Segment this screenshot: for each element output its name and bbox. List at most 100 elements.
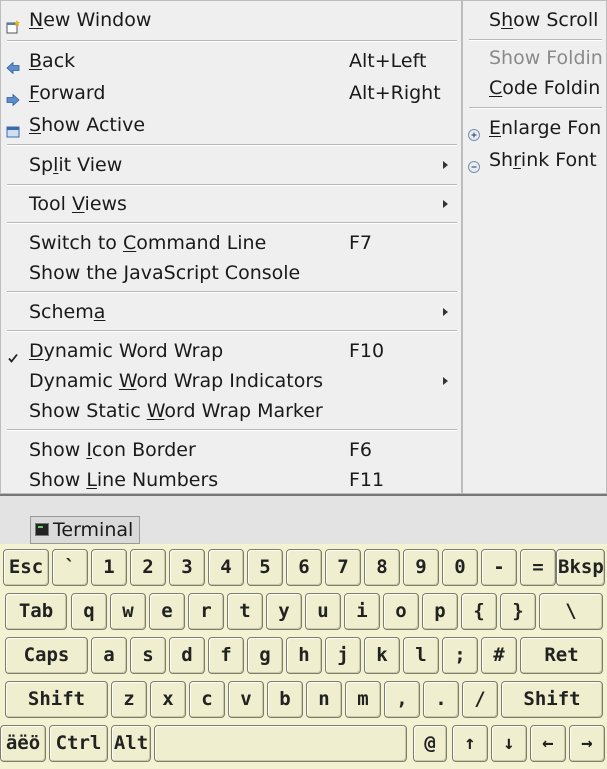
menu-item-new-window[interactable]: New Window (1, 5, 461, 35)
key-1[interactable]: 1 (91, 549, 127, 586)
menu-item-dynamic-word-wrap[interactable]: Dynamic Word Wrap F10 (1, 336, 461, 366)
menu-item-show-icon-border[interactable]: Show Icon Border F6 (1, 435, 461, 465)
key-l[interactable]: l (403, 637, 439, 674)
key-h[interactable]: h (286, 637, 322, 674)
key-hash[interactable]: # (481, 637, 517, 674)
menu-item-label: Switch to Command Line (29, 232, 267, 254)
key-at[interactable]: @ (413, 725, 447, 762)
menu-item-back[interactable]: Back Alt+Left (1, 46, 461, 76)
key-k[interactable]: k (364, 637, 400, 674)
key-u[interactable]: u (305, 593, 341, 630)
menu-separator (7, 184, 457, 186)
menu-item-label: Dynamic Word Wrap Indicators (29, 370, 324, 392)
key-a[interactable]: a (91, 637, 127, 674)
key-period[interactable]: . (423, 681, 459, 718)
key-return[interactable]: Ret (520, 637, 603, 674)
key-5[interactable]: 5 (247, 549, 283, 586)
key-close-brace[interactable]: } (500, 593, 536, 630)
key-p[interactable]: p (422, 593, 458, 630)
menu-item-shrink-font[interactable]: Shrink Font (463, 145, 606, 175)
key-y[interactable]: y (266, 593, 302, 630)
menu-item-forward[interactable]: Forward Alt+Right (1, 78, 461, 108)
key-backspace[interactable]: Bksp (556, 549, 605, 586)
key-7[interactable]: 7 (325, 549, 361, 586)
key-space[interactable] (154, 725, 407, 762)
key-left-shift[interactable]: Shift (5, 681, 108, 718)
key-j[interactable]: j (325, 637, 361, 674)
key-9[interactable]: 9 (403, 549, 439, 586)
key-8[interactable]: 8 (364, 549, 400, 586)
key-x[interactable]: x (150, 681, 186, 718)
key-g[interactable]: g (247, 637, 283, 674)
key-6[interactable]: 6 (286, 549, 322, 586)
menu-item-label: Show Icon Border (29, 439, 196, 461)
key-caps[interactable]: Caps (5, 637, 88, 674)
key-semicolon[interactable]: ; (442, 637, 478, 674)
key-4[interactable]: 4 (208, 549, 244, 586)
menu-item-label: Show Scroll (489, 9, 599, 31)
key-m[interactable]: m (345, 681, 381, 718)
key-n[interactable]: n (306, 681, 342, 718)
key-w[interactable]: w (110, 593, 146, 630)
zoom-out-icon (467, 153, 481, 173)
key-tab[interactable]: Tab (5, 593, 67, 630)
key-q[interactable]: q (71, 593, 107, 630)
key-b[interactable]: b (267, 681, 303, 718)
menu-item-show-active[interactable]: Show Active (1, 110, 461, 140)
key-f[interactable]: f (208, 637, 244, 674)
key-0[interactable]: 0 (442, 549, 478, 586)
key-i[interactable]: i (344, 593, 380, 630)
key-v[interactable]: v (228, 681, 264, 718)
menu-item-word-wrap-indicators[interactable]: Dynamic Word Wrap Indicators (1, 366, 461, 396)
menu-item-enlarge-font[interactable]: Enlarge Fon (463, 113, 606, 143)
key-r[interactable]: r (188, 593, 224, 630)
menu-item-show-scroll[interactable]: Show Scroll (463, 5, 606, 35)
menu-item-switch-command-line[interactable]: Switch to Command Line F7 (1, 228, 461, 258)
menu-item-schema[interactable]: Schema (1, 297, 461, 327)
key-2[interactable]: 2 (130, 549, 166, 586)
menu-item-label: Shrink Font (489, 149, 597, 171)
menu-item-tool-views[interactable]: Tool Views (1, 189, 461, 219)
menu-item-label: Show the JavaScript Console (29, 262, 301, 284)
submenu-arrow-icon (443, 161, 448, 169)
key-e[interactable]: e (149, 593, 185, 630)
key-open-brace[interactable]: { (461, 593, 497, 630)
menu-item-code-folding[interactable]: Code Foldin (463, 73, 606, 103)
key-arrow-right[interactable]: → (569, 725, 605, 762)
key-umlauts[interactable]: äëö (0, 725, 46, 762)
key-esc[interactable]: Esc (3, 549, 49, 586)
key-t[interactable]: t (227, 593, 263, 630)
key-arrow-up[interactable]: ↑ (452, 725, 488, 762)
menu-item-label: Show Static Word Wrap Marker (29, 400, 323, 422)
shortcut-label: F10 (349, 340, 385, 362)
menu-item-javascript-console[interactable]: Show the JavaScript Console (1, 258, 461, 288)
key-equals[interactable]: = (520, 549, 556, 586)
key-alt[interactable]: Alt (111, 725, 151, 762)
on-screen-keyboard: Esc ` 1 2 3 4 5 6 7 8 9 0 - = Bksp Tab q… (0, 544, 607, 769)
key-arrow-down[interactable]: ↓ (491, 725, 527, 762)
taskbar-button-terminal[interactable]: Terminal (30, 516, 140, 544)
key-arrow-left[interactable]: ← (530, 725, 566, 762)
key-backtick[interactable]: ` (52, 549, 88, 586)
key-o[interactable]: o (383, 593, 419, 630)
submenu-arrow-icon (443, 377, 448, 385)
forward-arrow-icon (6, 86, 20, 107)
key-backslash[interactable]: \ (539, 593, 603, 630)
menu-separator (7, 144, 457, 146)
key-ctrl[interactable]: Ctrl (49, 725, 108, 762)
view-menu: New Window Back Alt+Left Forward Alt+Rig… (0, 0, 462, 494)
key-right-shift[interactable]: Shift (501, 681, 603, 718)
menu-item-split-view[interactable]: Split View (1, 150, 461, 180)
menu-item-show-line-numbers[interactable]: Show Line Numbers F11 (1, 465, 461, 495)
menu-item-static-word-wrap-marker[interactable]: Show Static Word Wrap Marker (1, 396, 461, 426)
key-slash[interactable]: / (462, 681, 498, 718)
key-d[interactable]: d (169, 637, 205, 674)
menu-separator (7, 40, 457, 42)
key-minus[interactable]: - (481, 549, 517, 586)
key-3[interactable]: 3 (169, 549, 205, 586)
key-s[interactable]: s (130, 637, 166, 674)
key-comma[interactable]: , (384, 681, 420, 718)
key-z[interactable]: z (111, 681, 147, 718)
key-c[interactable]: c (189, 681, 225, 718)
menu-separator (7, 291, 457, 293)
